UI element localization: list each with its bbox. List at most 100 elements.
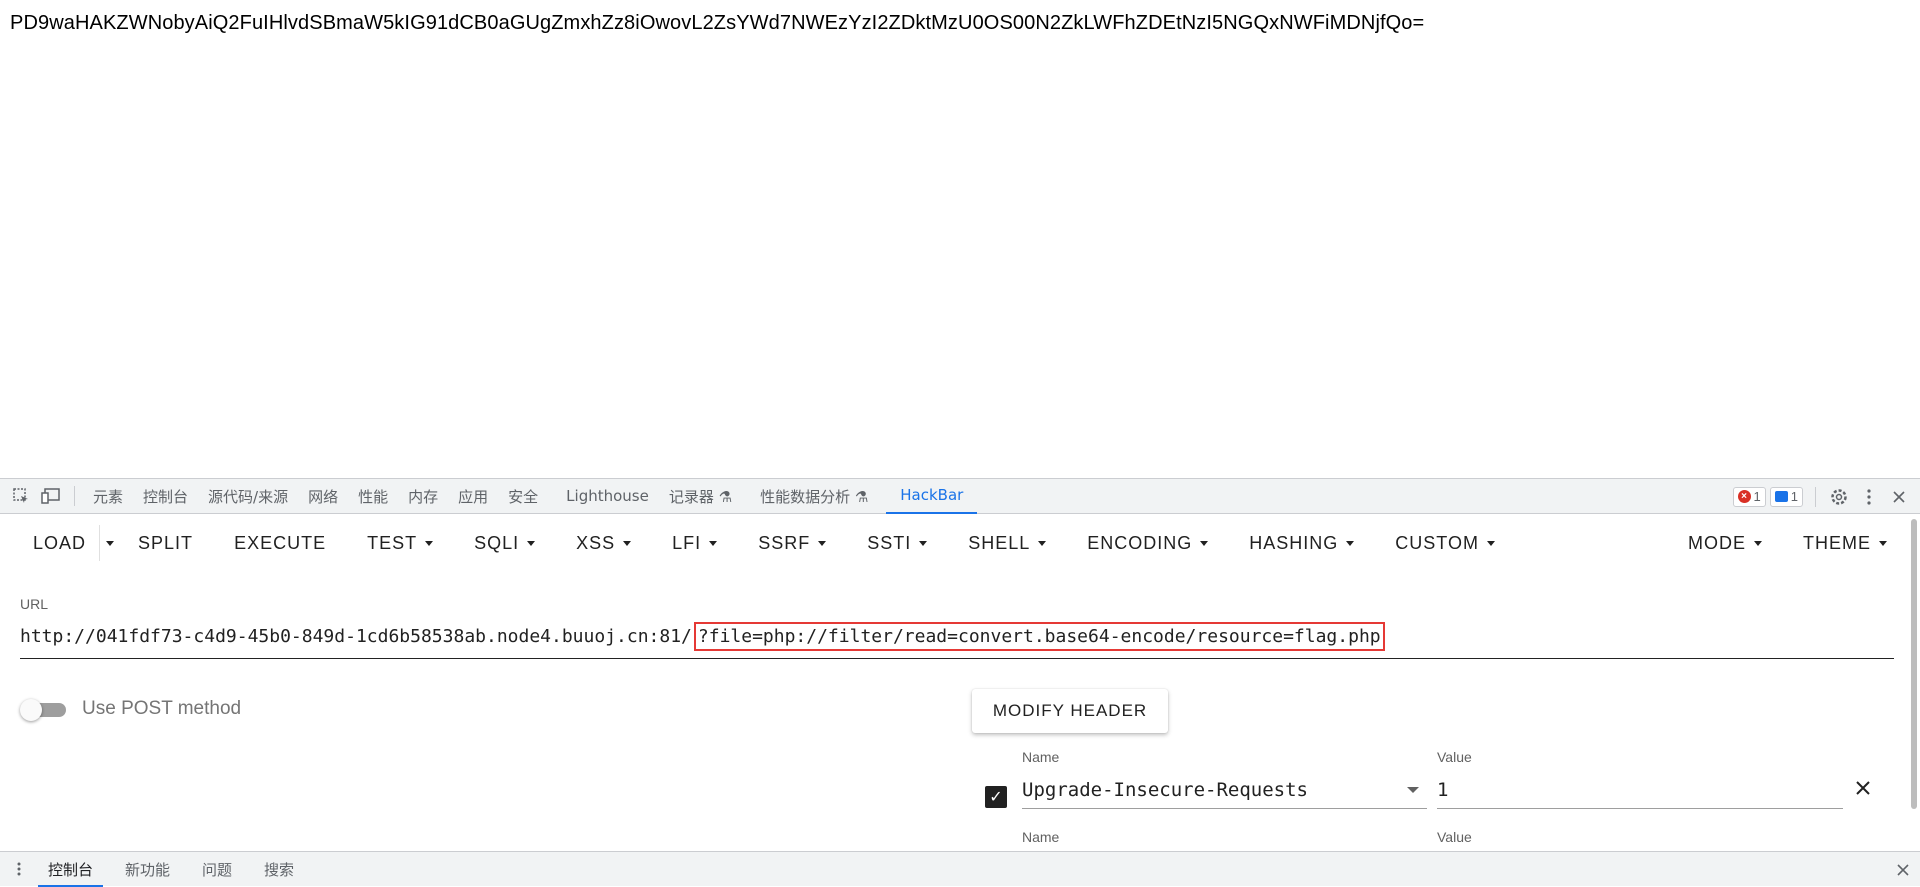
inspect-icon[interactable] <box>6 479 36 514</box>
url-label: URL <box>20 596 49 612</box>
ssrf-menu-button[interactable]: SSRF <box>730 525 839 561</box>
tab-console[interactable]: 控制台 <box>133 479 198 514</box>
devtools-panel: 元素 控制台 源代码/来源 网络 性能 内存 应用 安全 Lighthouse … <box>0 479 1920 886</box>
chevron-down-icon <box>709 540 718 546</box>
devtools-drawer: 控制台 新功能 问题 搜索 <box>0 851 1920 887</box>
test-menu-button[interactable]: TEST <box>339 525 446 561</box>
load-dropdown-button[interactable] <box>99 525 120 561</box>
drawer-tab-issues[interactable]: 问题 <box>192 852 242 887</box>
tab-security[interactable]: 安全 <box>498 479 548 514</box>
url-base: http://041fdf73-c4d9-45b0-849d-1cd6b5853… <box>20 626 692 647</box>
chevron-down-icon <box>527 540 536 546</box>
device-toolbar-icon[interactable] <box>36 479 66 514</box>
message-count: 1 <box>1790 489 1798 504</box>
drawer-tab-search[interactable]: 搜索 <box>254 852 304 887</box>
page-output-text: PD9waHAKZWNobyAiQ2FuIHlvdSBmaW5kIG91dCB0… <box>10 12 1425 34</box>
tabbar-divider <box>74 486 75 506</box>
drawer-tab-console[interactable]: 控制台 <box>38 852 104 887</box>
chevron-down-icon <box>623 540 632 546</box>
chevron-down-icon <box>919 540 928 546</box>
header-name-label: Name <box>1022 749 1060 765</box>
drawer-menu-icon[interactable] <box>0 852 38 887</box>
post-method-label: Use POST method <box>82 698 242 719</box>
xss-menu-button[interactable]: XSS <box>548 525 644 561</box>
page-viewport: PD9waHAKZWNobyAiQ2FuIHlvdSBmaW5kIG91dCB0… <box>0 0 1920 479</box>
post-method-toggle[interactable] <box>20 698 68 722</box>
chevron-down-icon <box>425 540 434 546</box>
url-query-highlight: ?file=php://filter/read=convert.base64-e… <box>693 622 1385 651</box>
close-icon[interactable] <box>1884 479 1914 514</box>
custom-menu-button[interactable]: CUSTOM <box>1367 525 1508 561</box>
theme-menu-button[interactable]: THEME <box>1775 525 1900 561</box>
test-menu-label: TEST <box>367 532 418 553</box>
hackbar-toolbar: LOAD SPLIT EXECUTE TEST SQLI XSS LFI SSR… <box>0 515 1900 571</box>
header-row: ✓ Name Upgrade-Insecure-Requests Value 1 <box>985 749 1845 819</box>
url-input[interactable]: http://041fdf73-c4d9-45b0-849d-1cd6b5853… <box>20 615 1894 659</box>
devtools-tabbar: 元素 控制台 源代码/来源 网络 性能 内存 应用 安全 Lighthouse … <box>0 479 1920 514</box>
tab-network[interactable]: 网络 <box>298 479 348 514</box>
header-value-text: 1 <box>1437 778 1449 801</box>
tab-hackbar[interactable]: HackBar <box>886 479 978 514</box>
devtools-tabbar-right: × 1 1 <box>1732 479 1920 514</box>
chevron-down-icon <box>1346 540 1355 546</box>
tab-memory[interactable]: 内存 <box>398 479 448 514</box>
error-icon: × <box>1737 490 1751 503</box>
chevron-down-icon <box>1486 540 1495 546</box>
sqli-menu-button[interactable]: SQLI <box>446 525 548 561</box>
theme-menu-label: THEME <box>1803 532 1871 553</box>
tab-recorder[interactable]: 记录器 ⚗ <box>659 479 742 514</box>
chevron-down-icon <box>1038 540 1047 546</box>
tab-performance-insights[interactable]: 性能数据分析 ⚗ <box>750 479 878 514</box>
tab-application[interactable]: 应用 <box>448 479 498 514</box>
tab-sources[interactable]: 源代码/来源 <box>198 479 298 514</box>
kebab-menu-icon[interactable] <box>1854 479 1884 514</box>
header-row: Name Value <box>985 829 1845 851</box>
message-count-badge[interactable]: 1 <box>1769 486 1803 507</box>
modify-header-button[interactable]: MODIFY HEADER <box>972 689 1168 733</box>
header-value-input[interactable]: 1 <box>1437 771 1843 809</box>
toggle-thumb <box>20 699 42 721</box>
shell-menu-button[interactable]: SHELL <box>940 525 1059 561</box>
drawer-tab-whats-new[interactable]: 新功能 <box>115 852 180 887</box>
sqli-menu-label: SQLI <box>474 532 520 553</box>
tab-performance[interactable]: 性能 <box>348 479 398 514</box>
chevron-down-icon <box>1200 540 1209 546</box>
hashing-menu-label: HASHING <box>1249 532 1339 553</box>
gear-icon[interactable] <box>1824 479 1854 514</box>
tab-lighthouse[interactable]: Lighthouse <box>556 479 659 514</box>
custom-menu-label: CUSTOM <box>1395 532 1479 553</box>
remove-header-icon[interactable] <box>1855 776 1871 802</box>
xss-menu-label: XSS <box>576 532 616 553</box>
header-name-label: Name <box>1022 829 1060 845</box>
mode-menu-button[interactable]: MODE <box>1675 525 1775 561</box>
chevron-down-icon <box>1879 540 1887 546</box>
scrollbar-thumb[interactable] <box>1911 519 1917 809</box>
error-count: 1 <box>1753 489 1761 504</box>
error-count-badge[interactable]: × 1 <box>1732 486 1766 507</box>
header-name-value: Upgrade-Insecure-Requests <box>1022 778 1308 801</box>
chevron-down-icon <box>1754 540 1762 546</box>
header-value-label: Value <box>1437 749 1472 765</box>
lfi-menu-button[interactable]: LFI <box>644 525 730 561</box>
split-button[interactable]: SPLIT <box>120 525 206 561</box>
chevron-down-icon <box>818 540 827 546</box>
mode-menu-label: MODE <box>1688 532 1746 553</box>
ssrf-menu-label: SSRF <box>758 532 811 553</box>
chevron-down-icon <box>106 540 115 546</box>
ssti-menu-label: SSTI <box>867 532 912 553</box>
header-enabled-checkbox[interactable]: ✓ <box>985 786 1007 808</box>
lfi-menu-label: LFI <box>672 532 702 553</box>
ssti-menu-button[interactable]: SSTI <box>839 525 940 561</box>
close-icon[interactable] <box>1896 852 1910 887</box>
shell-menu-label: SHELL <box>968 532 1031 553</box>
header-name-select[interactable]: Upgrade-Insecure-Requests <box>1022 771 1427 809</box>
hackbar-scrollbar[interactable] <box>1908 515 1920 815</box>
execute-button[interactable]: EXECUTE <box>206 525 339 561</box>
tab-elements[interactable]: 元素 <box>83 479 133 514</box>
encoding-menu-button[interactable]: ENCODING <box>1059 525 1221 561</box>
chevron-down-icon <box>1407 787 1419 793</box>
load-button[interactable]: LOAD <box>20 525 99 561</box>
header-value-label: Value <box>1437 829 1472 845</box>
hashing-menu-button[interactable]: HASHING <box>1221 525 1367 561</box>
encoding-menu-label: ENCODING <box>1087 532 1193 553</box>
